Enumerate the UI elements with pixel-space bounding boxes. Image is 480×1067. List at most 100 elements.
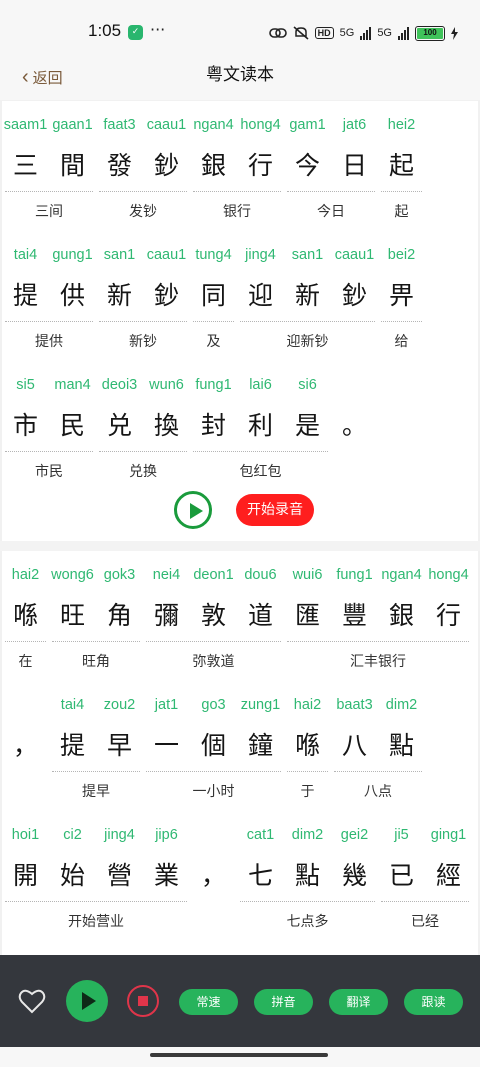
character-cell[interactable]: ngan4 銀 [378,551,425,641]
character-cell[interactable]: si5 市 [2,361,49,451]
character-cell[interactable]: wui6 匯 [284,551,331,641]
character-cell[interactable]: jing4 營 [96,811,143,901]
hanzi-character: 行 [247,151,273,180]
character-cell[interactable]: jat1 一 [143,681,190,771]
character-cell[interactable]: man4 民 [49,361,96,451]
word-underline [193,191,281,192]
translation-gloss: 八点 [364,784,392,800]
nav-bar: ‹ 返回 粤文读本 [0,62,480,100]
character-cell[interactable]: gam1 今 [284,101,331,191]
pinyin-button[interactable]: 拼音 [254,989,313,1015]
character-cell[interactable]: fung1 封 [190,361,237,451]
character-cell[interactable]: nei4 彌 [143,551,190,641]
character-cell[interactable]: dou6 道 [237,551,284,641]
character-cell[interactable]: ， [190,811,237,901]
hanzi-character: 鈔 [153,281,179,310]
word-underline [5,191,93,192]
play-icon [82,992,96,1010]
battery-level: 100 [423,27,437,37]
hanzi-character: 喺 [294,731,320,760]
translation-gloss: 于 [300,784,315,800]
character-cell[interactable]: deon1 敦 [190,551,237,641]
hanzi-character: 開 [12,861,38,890]
speed-button[interactable]: 常速 [179,989,238,1015]
home-indicator[interactable] [150,1053,328,1057]
word-underline [287,191,375,192]
character-cell[interactable]: caau1 鈔 [143,231,190,321]
character-cells: hoi1 開 ci2 始 jing4 營 jip6 業 ， cat1 七 dim2 點 gei2 幾 ji5 已… [2,811,472,901]
jyutping-label: hong4 [428,567,469,583]
character-cell[interactable]: dim2 點 [284,811,331,901]
text-line: tai4 提 gung1 供 san1 新 caau1 鈔 tung4 同 jing4 迎 san1 新 c… [2,231,480,361]
character-cell[interactable]: san1 新 [96,231,143,321]
start-recording-button[interactable]: 开始录音 [236,494,314,526]
character-cell[interactable]: gung1 供 [49,231,96,321]
character-cell[interactable]: tung4 同 [190,231,237,321]
character-cell[interactable]: go3 個 [190,681,237,771]
character-cell[interactable]: cat1 七 [237,811,284,901]
character-cell[interactable]: wong6 旺 [49,551,96,641]
character-cell[interactable]: faat3 發 [96,101,143,191]
word-underline [381,901,469,902]
hanzi-character: 兑 [106,411,132,440]
word-underline [381,321,422,322]
character-cell[interactable]: jip6 業 [143,811,190,901]
character-cell[interactable]: gei2 幾 [331,811,378,901]
character-cell[interactable]: san1 新 [284,231,331,321]
character-cell[interactable]: ， [2,681,49,771]
hanzi-character: 行 [435,601,461,630]
character-cell[interactable]: caau1 鈔 [143,101,190,191]
translation-gloss: 提早 [82,784,110,800]
character-cell[interactable]: caau1 鈔 [331,231,378,321]
play-button[interactable] [66,980,108,1022]
character-cell[interactable]: ci2 始 [49,811,96,901]
character-cell[interactable]: dim2 點 [378,681,425,771]
hanzi-character: 鐘 [247,731,273,760]
word-underline [240,321,375,322]
character-cell[interactable]: hong4 行 [237,101,284,191]
character-cell[interactable]: baat3 八 [331,681,378,771]
character-cell[interactable]: ji5 已 [378,811,425,901]
character-cell[interactable]: tai4 提 [2,231,49,321]
character-cell[interactable]: hoi1 開 [2,811,49,901]
character-cell[interactable]: zung1 鐘 [237,681,284,771]
word-underline [240,901,375,902]
stop-button[interactable] [127,985,159,1017]
hanzi-character: 角 [106,601,132,630]
character-cell[interactable]: lai6 利 [237,361,284,451]
character-cell[interactable]: saam1 三 [2,101,49,191]
character-cell[interactable]: jing4 迎 [237,231,284,321]
hanzi-character: 喺 [12,601,38,630]
character-cell[interactable]: ngan4 銀 [190,101,237,191]
hanzi-character: 民 [59,411,85,440]
translation-gloss: 七点多 [286,914,329,930]
character-cell[interactable]: bei2 畀 [378,231,425,321]
character-cell[interactable]: zou2 早 [96,681,143,771]
jyutping-label: dim2 [385,697,418,713]
character-cell[interactable]: wun6 換 [143,361,190,451]
character-cell[interactable]: tai4 提 [49,681,96,771]
character-cell[interactable]: hong4 行 [425,551,472,641]
battery-icon: 100 [415,25,445,41]
signal-icon-2 [398,26,409,40]
character-cell[interactable]: fung1 豐 [331,551,378,641]
word-underline [5,321,93,322]
translate-button[interactable]: 翻译 [329,989,388,1015]
character-cell[interactable]: hai2 喺 [284,681,331,771]
character-cell[interactable]: hai2 喺 [2,551,49,641]
character-cell[interactable]: hei2 起 [378,101,425,191]
character-cell[interactable]: jat6 日 [331,101,378,191]
shield-icon: ✓ [128,25,143,40]
hanzi-character: ， [200,861,226,890]
character-cell[interactable]: si6 是 [284,361,331,451]
text-line: hoi1 開 ci2 始 jing4 營 jip6 業 ， cat1 七 dim2 點 gei2 幾 ji5 已… [2,811,480,941]
character-cell[interactable]: deoi3 兑 [96,361,143,451]
character-cell[interactable]: gaan1 間 [49,101,96,191]
character-cell[interactable]: 。 [331,361,378,451]
character-cell[interactable]: ging1 經 [425,811,472,901]
heart-icon[interactable] [18,988,46,1014]
follow-read-button[interactable]: 跟读 [404,989,463,1015]
word-underline [287,771,328,772]
play-paragraph-button[interactable] [174,491,212,529]
character-cell[interactable]: gok3 角 [96,551,143,641]
